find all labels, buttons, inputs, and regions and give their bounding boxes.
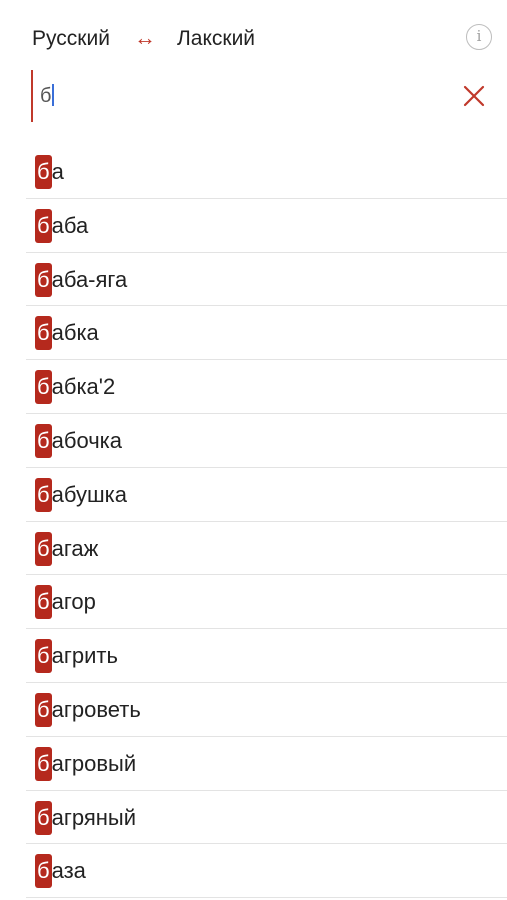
word-rest: абка (51, 320, 99, 346)
list-item[interactable]: б агроветь (26, 683, 507, 737)
match-highlight: б (35, 262, 52, 297)
list-item[interactable]: б абка (26, 306, 507, 361)
match-highlight: б (35, 155, 52, 189)
match-highlight: б (35, 854, 52, 889)
list-item[interactable]: б агаж (26, 522, 507, 576)
match-highlight: б (35, 639, 52, 674)
word-rest: агряный (51, 804, 137, 830)
word-rest: агор (51, 589, 96, 615)
word-rest: агрить (51, 643, 118, 669)
word-rest: агроветь (51, 696, 141, 722)
word-rest: аба (51, 212, 89, 238)
word-rest: абушка (51, 481, 127, 507)
match-highlight: б (35, 316, 52, 351)
list-item[interactable]: б абочка (26, 414, 507, 468)
list-item[interactable]: б агряный (26, 791, 507, 845)
word-rest: агровый (51, 750, 137, 776)
list-item[interactable]: б абушка (26, 468, 507, 522)
match-highlight: б (35, 800, 52, 835)
match-highlight: б (35, 746, 52, 781)
list-item[interactable]: б агрить (26, 629, 507, 683)
search-bar: б (0, 70, 507, 124)
search-accent-bar (31, 70, 33, 122)
list-item[interactable]: б агровый (26, 737, 507, 791)
word-rest: а (51, 159, 64, 184)
search-input[interactable]: б (40, 84, 55, 108)
match-highlight: б (35, 585, 52, 620)
match-highlight: б (35, 692, 52, 727)
search-input-value: б (40, 85, 52, 107)
target-language-button[interactable]: Лакский (177, 27, 255, 51)
match-highlight: б (35, 531, 52, 566)
results-list: ба б аба б аба-яга б абка б абка'2 б абочка б… (0, 145, 507, 899)
source-language-button[interactable]: Русский (32, 27, 110, 51)
word-rest: абочка (51, 427, 123, 453)
match-highlight: б (35, 208, 52, 243)
info-icon[interactable]: i (466, 24, 492, 50)
list-item[interactable]: б аза (26, 844, 507, 899)
header: Русский ↔ Лакский i (0, 0, 507, 72)
match-highlight: б (35, 477, 52, 512)
list-item[interactable]: ба (26, 145, 507, 199)
list-item[interactable]: б агор (26, 575, 507, 630)
text-caret (52, 84, 55, 106)
list-item[interactable]: б аба (26, 199, 507, 253)
swap-languages-icon[interactable]: ↔ (134, 25, 156, 51)
close-icon[interactable] (460, 82, 488, 110)
word-rest: аза (51, 858, 86, 884)
word-rest: аба-яга (51, 266, 128, 292)
list-item[interactable]: б абка'2 (26, 360, 507, 414)
match-highlight: б (35, 370, 52, 405)
word-rest: абка'2 (51, 374, 116, 400)
word-rest: агаж (51, 535, 99, 561)
match-highlight: б (35, 423, 52, 458)
list-item[interactable]: б аба-яга (26, 253, 507, 307)
